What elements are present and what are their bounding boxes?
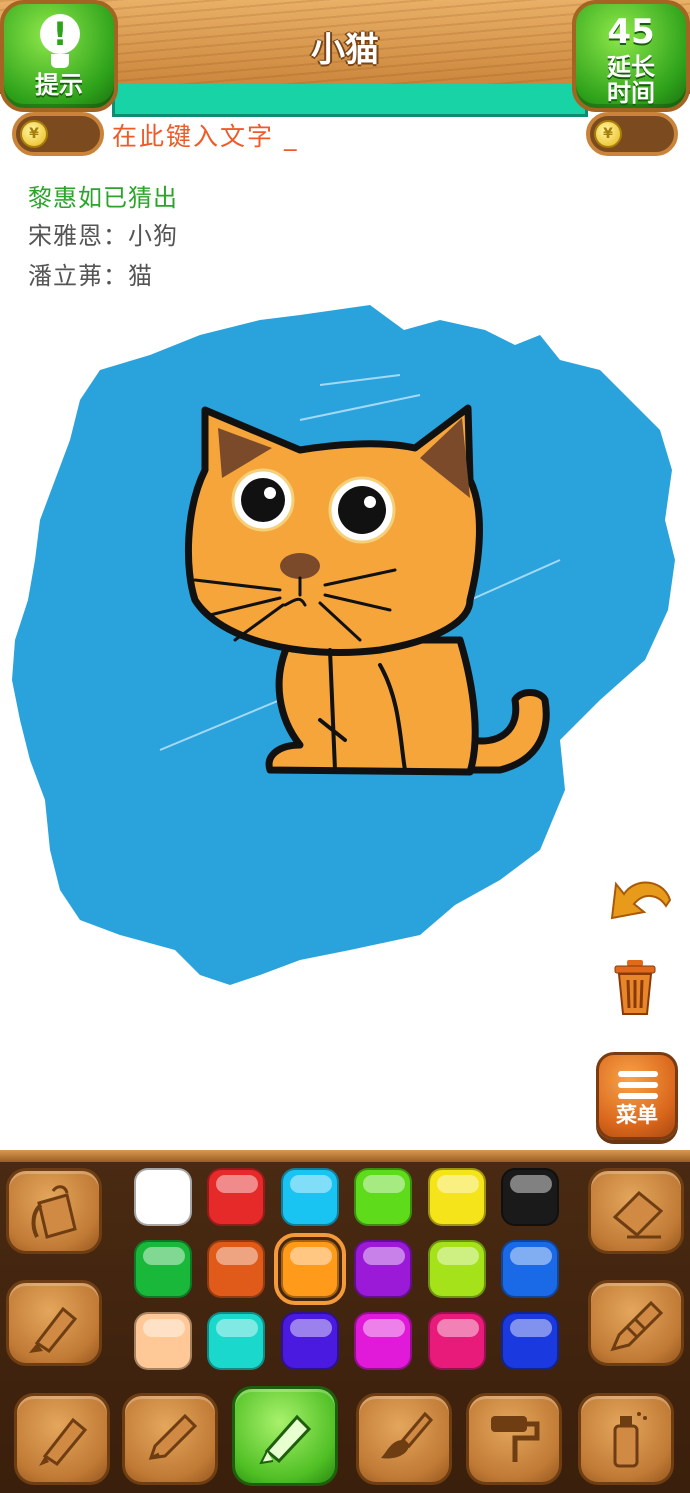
- hint-label: 提示: [35, 71, 83, 99]
- time-progress-bar: [112, 84, 588, 117]
- color-swatch-green[interactable]: [134, 1240, 192, 1298]
- color-swatch-blue[interactable]: [501, 1240, 559, 1298]
- paint-bucket-tool[interactable]: [6, 1168, 102, 1254]
- cat-left-eye-shine: [264, 487, 276, 499]
- cat-right-eye-shine: [364, 496, 376, 508]
- highlighter-icon: [259, 1414, 312, 1465]
- fountain-pen-icon: [39, 1417, 88, 1467]
- color-swatch-orange[interactable]: [274, 1233, 346, 1305]
- color-swatch-yellow-green[interactable]: [428, 1240, 486, 1298]
- time-seconds: 45: [607, 12, 655, 52]
- color-swatch-royal-blue[interactable]: [501, 1312, 559, 1370]
- extend-time-label: 延长 时间: [576, 54, 686, 106]
- eraser-icon: [612, 1190, 664, 1239]
- color-swatch-pink[interactable]: [428, 1312, 486, 1370]
- color-swatch-sky-blue[interactable]: [281, 1168, 339, 1226]
- color-swatch-turquoise[interactable]: [207, 1312, 265, 1370]
- paintbrush-icon: [381, 1411, 434, 1459]
- coin-icon: ¥: [594, 120, 622, 148]
- crayon-tool[interactable]: [588, 1280, 684, 1366]
- color-swatch-peach[interactable]: [134, 1312, 192, 1370]
- menu-button[interactable]: 菜单: [596, 1052, 678, 1140]
- toolbar-wood-edge: [0, 1150, 690, 1162]
- undo-arrow-icon[interactable]: [606, 872, 674, 932]
- chat-message: 潘立茀：猫: [28, 262, 153, 290]
- cat-body: [265, 636, 479, 776]
- drawing-toolbar: [0, 1150, 690, 1493]
- extend-time-button[interactable]: 45 延长 时间: [572, 0, 690, 112]
- coin-icon: ¥: [20, 120, 48, 148]
- color-swatch-red-orange[interactable]: [207, 1240, 265, 1298]
- guess-input[interactable]: 在此键入文字 _: [112, 117, 582, 161]
- color-swatch-black[interactable]: [501, 1168, 559, 1226]
- roller-tool[interactable]: [466, 1393, 562, 1485]
- color-swatch-white[interactable]: [134, 1168, 192, 1226]
- color-swatch-purple[interactable]: [354, 1240, 412, 1298]
- paint-bucket-icon: [31, 1185, 77, 1239]
- crayon-icon: [610, 1300, 664, 1352]
- paintbrush-tool[interactable]: [356, 1393, 452, 1485]
- color-swatch-lime[interactable]: [354, 1168, 412, 1226]
- roller-icon: [491, 1416, 540, 1462]
- extend-time-label-line1: 延长: [607, 53, 655, 81]
- cat-right-eye: [338, 486, 386, 534]
- extend-time-label-line2: 时间: [607, 79, 655, 107]
- eraser-tool[interactable]: [588, 1168, 684, 1254]
- cat-nose: [280, 553, 320, 579]
- menu-label: 菜单: [616, 1103, 658, 1127]
- chat-message: 宋雅恩：小狗: [28, 222, 178, 250]
- pencil-tool[interactable]: [122, 1393, 218, 1485]
- chat-message: 黎惠如已猜出: [28, 184, 178, 212]
- color-swatch-magenta[interactable]: [354, 1312, 412, 1370]
- pencil-icon: [148, 1413, 198, 1460]
- drawing-canvas[interactable]: [0, 300, 690, 1000]
- guess-input-placeholder: 在此键入文字 _: [112, 122, 299, 151]
- color-swatch-yellow[interactable]: [428, 1168, 486, 1226]
- lightbulb-exclamation-icon: !: [40, 14, 80, 54]
- spray-can-icon: [613, 1412, 647, 1468]
- hint-button[interactable]: ! 提示: [0, 0, 118, 112]
- hint-coin-slot: ¥: [12, 112, 104, 156]
- marker-tool[interactable]: [6, 1280, 102, 1366]
- marker-icon: [29, 1306, 78, 1354]
- trash-can-icon[interactable]: [611, 958, 659, 1018]
- fountain-pen-tool[interactable]: [14, 1393, 110, 1485]
- cat-left-eye: [241, 478, 285, 522]
- color-swatch-red[interactable]: [207, 1168, 265, 1226]
- color-swatch-indigo[interactable]: [281, 1312, 339, 1370]
- highlighter-tool[interactable]: [232, 1386, 338, 1486]
- time-coin-slot: ¥: [586, 112, 678, 156]
- guess-chat: 黎惠如已猜出 宋雅恩：小狗 潘立茀：猫: [28, 180, 178, 296]
- spray-can-tool[interactable]: [578, 1393, 674, 1485]
